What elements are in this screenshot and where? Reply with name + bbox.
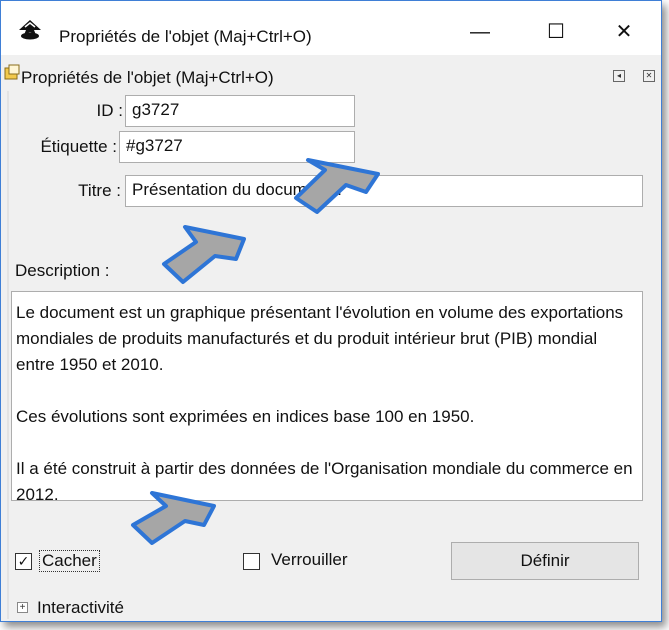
verrouiller-checkbox[interactable] xyxy=(243,553,260,570)
dock-close-button[interactable]: ✕ xyxy=(643,70,655,82)
maximize-button[interactable]: ☐ xyxy=(533,15,579,49)
description-paragraph: Le document est un graphique présentant … xyxy=(16,303,624,374)
object-properties-icon xyxy=(4,64,20,80)
cacher-label[interactable]: Cacher xyxy=(39,550,100,572)
dock-title: Propriétés de l'objet (Maj+Ctrl+O) xyxy=(21,68,274,87)
id-field[interactable]: g3727 xyxy=(125,95,355,127)
interactivite-label[interactable]: Interactivité xyxy=(37,598,124,618)
dock-iconify-button[interactable]: ◂ xyxy=(613,70,625,82)
description-paragraph: Ces évolutions sont exprimées en indices… xyxy=(16,407,475,426)
etiquette-label: Étiquette : xyxy=(40,137,117,156)
minimize-button[interactable]: — xyxy=(457,15,503,49)
properties-panel: ID : g3727 Étiquette : #g3727 Titre : Pr… xyxy=(7,91,659,619)
titre-field[interactable]: Présentation du document ? xyxy=(125,175,643,207)
dock-header: Propriétés de l'objet (Maj+Ctrl+O) ◂ ✕ xyxy=(1,55,661,91)
definir-button[interactable]: Définir xyxy=(451,542,639,580)
verrouiller-label[interactable]: Verrouiller xyxy=(271,550,348,570)
inkscape-icon xyxy=(19,20,41,40)
description-textarea[interactable]: Le document est un graphique présentant … xyxy=(11,291,643,501)
description-label: Description : xyxy=(15,261,110,280)
id-label: ID : xyxy=(96,101,123,120)
object-properties-window: Propriétés de l'objet (Maj+Ctrl+O) — ☐ ✕… xyxy=(0,0,662,622)
close-button[interactable]: ✕ xyxy=(601,15,647,49)
cacher-checkbox[interactable]: ✓ xyxy=(15,553,32,570)
title-bar[interactable]: Propriétés de l'objet (Maj+Ctrl+O) — ☐ ✕ xyxy=(1,1,661,55)
etiquette-field[interactable]: #g3727 xyxy=(119,131,355,163)
description-paragraph: Il a été construit à partir des données … xyxy=(16,459,633,501)
interactivite-expander-icon[interactable]: + xyxy=(17,602,28,613)
window-title: Propriétés de l'objet (Maj+Ctrl+O) xyxy=(59,27,312,46)
titre-label: Titre : xyxy=(78,181,121,200)
